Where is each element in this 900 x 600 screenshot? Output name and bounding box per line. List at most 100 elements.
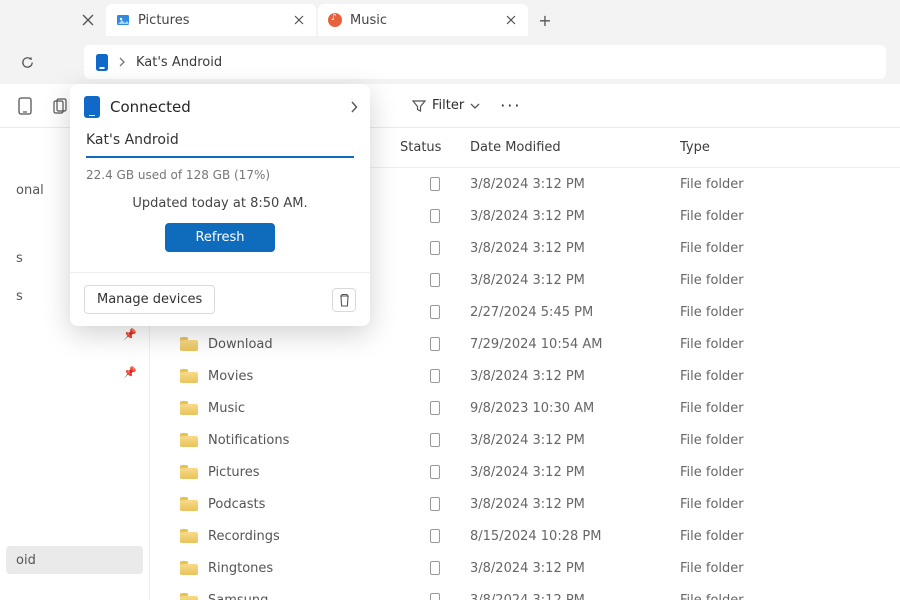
copy-icon[interactable] (47, 92, 72, 120)
address-bar-row: Kat's Android (0, 40, 900, 84)
file-type: File folder (680, 337, 900, 352)
file-date: 3/8/2024 3:12 PM (470, 369, 680, 384)
more-button[interactable]: ··· (494, 96, 527, 115)
phone-status-icon (430, 497, 440, 511)
close-icon[interactable] (70, 0, 106, 40)
refresh-icon[interactable] (12, 47, 42, 77)
folder-icon (180, 593, 198, 600)
phone-status-icon (430, 561, 440, 575)
sidebar-item-selected[interactable]: oid (6, 546, 143, 574)
refresh-button[interactable]: Refresh (165, 223, 274, 252)
col-type[interactable]: Type (680, 140, 900, 155)
close-icon[interactable] (502, 15, 520, 25)
device-name: Kat's Android (86, 132, 354, 158)
chevron-right-icon (350, 101, 358, 113)
file-type: File folder (680, 241, 900, 256)
folder-icon (180, 433, 198, 447)
file-type: File folder (680, 369, 900, 384)
phone-status-icon (430, 305, 440, 319)
file-type: File folder (680, 497, 900, 512)
table-row[interactable]: Podcasts 3/8/2024 3:12 PMFile folder (150, 488, 900, 520)
phone-icon (96, 54, 108, 71)
music-icon (328, 13, 342, 27)
file-type: File folder (680, 593, 900, 600)
filter-icon (412, 99, 426, 113)
popup-header[interactable]: Connected (70, 84, 370, 128)
file-name: Podcasts (208, 497, 265, 512)
file-type: File folder (680, 433, 900, 448)
chevron-right-icon (118, 57, 126, 67)
folder-icon (180, 337, 198, 351)
tab-label: Music (350, 13, 494, 28)
table-row[interactable]: Ringtones3/8/2024 3:12 PMFile folder (150, 552, 900, 584)
phone-status-icon (430, 433, 440, 447)
phone-status-icon (430, 465, 440, 479)
phone-status-icon (430, 209, 440, 223)
manage-devices-button[interactable]: Manage devices (84, 285, 215, 314)
col-status[interactable]: Status (400, 140, 470, 155)
phone-status-icon (430, 337, 440, 351)
device-popup: Connected Kat's Android 22.4 GB used of … (70, 84, 370, 326)
folder-icon (180, 369, 198, 383)
file-date: 3/8/2024 3:12 PM (470, 593, 680, 600)
file-name: Music (208, 401, 245, 416)
file-type: File folder (680, 305, 900, 320)
file-name: Notifications (208, 433, 289, 448)
folder-icon (180, 529, 198, 543)
table-row[interactable]: Music9/8/2023 10:30 AMFile folder (150, 392, 900, 424)
file-type: File folder (680, 177, 900, 192)
tab-pictures[interactable]: Pictures (106, 4, 316, 36)
folder-icon (180, 465, 198, 479)
file-type: File folder (680, 561, 900, 576)
table-row[interactable]: Movies 3/8/2024 3:12 PMFile folder (150, 360, 900, 392)
file-type: File folder (680, 209, 900, 224)
last-updated: Updated today at 8:50 AM. (86, 196, 354, 211)
file-date: 9/8/2023 10:30 AM (470, 401, 680, 416)
delete-icon[interactable] (332, 288, 356, 312)
breadcrumb-location: Kat's Android (136, 55, 222, 70)
phone-status-icon (430, 593, 440, 600)
folder-icon (180, 561, 198, 575)
tab-music[interactable]: Music (318, 4, 528, 36)
file-date: 3/8/2024 3:12 PM (470, 209, 680, 224)
file-name: Movies (208, 369, 253, 384)
table-row[interactable]: Download 7/29/2024 10:54 AMFile folder (150, 328, 900, 360)
filter-label: Filter (432, 98, 464, 113)
filter-button[interactable]: Filter (404, 94, 488, 117)
file-date: 3/8/2024 3:12 PM (470, 241, 680, 256)
storage-usage: 22.4 GB used of 128 GB (17%) (86, 168, 354, 182)
file-date: 3/8/2024 3:12 PM (470, 433, 680, 448)
tab-strip: Pictures Music + (0, 0, 900, 40)
file-type: File folder (680, 273, 900, 288)
table-row[interactable]: Samsung 3/8/2024 3:12 PMFile folder (150, 584, 900, 600)
table-row[interactable]: Notifications 3/8/2024 3:12 PMFile folder (150, 424, 900, 456)
phone-status-icon (430, 369, 440, 383)
file-date: 8/15/2024 10:28 PM (470, 529, 680, 544)
file-name: Download (208, 337, 273, 352)
file-date: 7/29/2024 10:54 AM (470, 337, 680, 352)
close-icon[interactable] (290, 15, 308, 25)
phone-status-icon (430, 241, 440, 255)
col-date[interactable]: Date Modified (470, 140, 680, 155)
table-row[interactable]: Pictures3/8/2024 3:12 PMFile folder (150, 456, 900, 488)
pin-icon: 📌 (123, 366, 137, 379)
phone-status-icon (430, 529, 440, 543)
phone-outline-icon[interactable] (12, 92, 37, 120)
phone-icon (84, 96, 100, 118)
file-name: Samsung (208, 593, 268, 600)
connection-status: Connected (110, 98, 340, 116)
phone-status-icon (430, 273, 440, 287)
file-date: 3/8/2024 3:12 PM (470, 497, 680, 512)
chevron-down-icon (470, 102, 480, 110)
pin-icon: 📌 (123, 328, 137, 341)
file-type: File folder (680, 529, 900, 544)
new-tab-button[interactable]: + (530, 5, 560, 35)
sidebar-item[interactable]: 📌 (6, 358, 143, 386)
file-type: File folder (680, 465, 900, 480)
pictures-icon (116, 13, 130, 27)
address-bar[interactable]: Kat's Android (84, 45, 886, 79)
table-row[interactable]: Recordings 8/15/2024 10:28 PMFile folder (150, 520, 900, 552)
file-date: 3/8/2024 3:12 PM (470, 561, 680, 576)
phone-status-icon (430, 401, 440, 415)
file-name: Recordings (208, 529, 280, 544)
